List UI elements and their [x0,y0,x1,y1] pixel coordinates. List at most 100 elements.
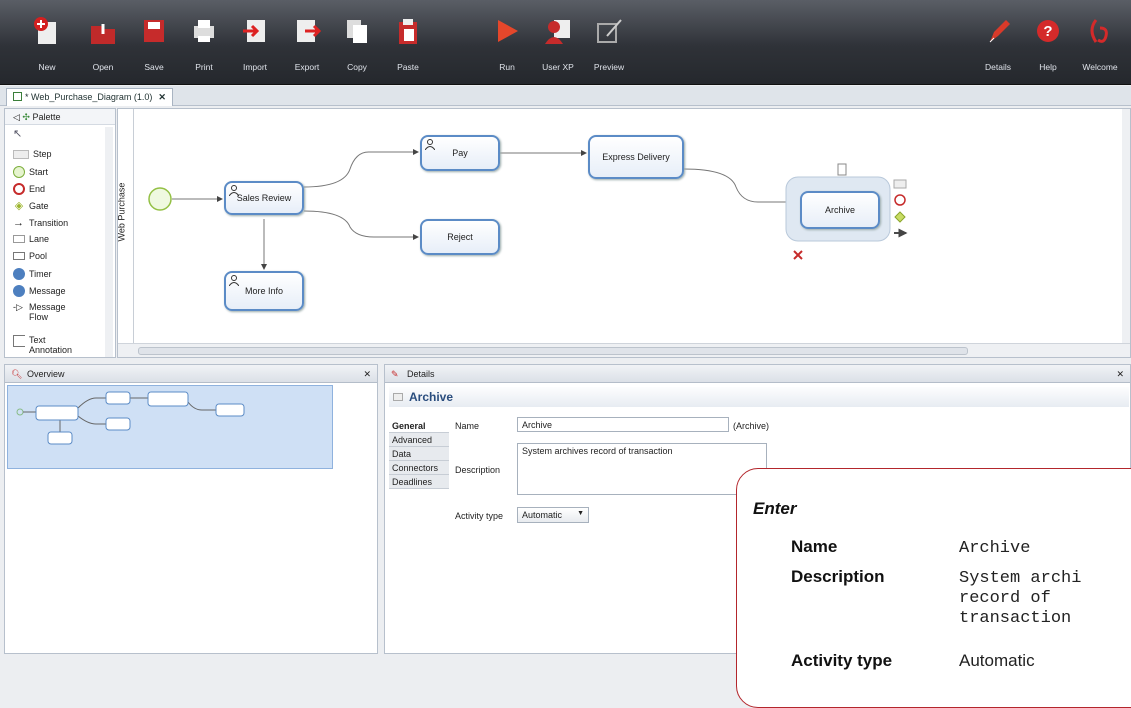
palette-item-text-annotation[interactable]: Text Annotation [13,335,79,355]
main-toolbar: New Open Save Print Import Export Copy P… [0,0,1131,85]
end-icon [13,183,25,195]
help-icon: ? [1037,20,1059,42]
document-tab-bar: * Web_Purchase_Diagram (1.0) ✕ [0,86,1131,106]
tab-data[interactable]: Data [389,447,449,461]
tab-close-icon[interactable]: ✕ [158,92,166,102]
palette-item-timer[interactable]: Timer [13,268,52,280]
palette-icon: ✣ [22,112,30,122]
transition-sales-review-pay[interactable] [303,149,419,188]
node-sales-review[interactable]: Sales Review [224,181,304,215]
tab-web-purchase-diagram[interactable]: * Web_Purchase_Diagram (1.0) ✕ [6,88,173,106]
name-label: Name [455,421,480,431]
node-archive[interactable]: Archive [800,191,880,229]
transition-express-delivery-archive[interactable] [683,168,799,205]
overview-title: Overview [27,369,65,379]
palette-scrollbar[interactable] [105,127,113,357]
import-button[interactable]: Import [232,6,278,72]
palette-item-pool[interactable]: Pool [13,251,47,261]
step-icon [393,393,403,401]
preview-button[interactable]: Preview [586,6,632,72]
palette-item-step[interactable]: Step [13,149,52,159]
paste-button[interactable]: Paste [385,6,431,72]
delete-scissors-icon[interactable] [793,250,803,260]
print-button[interactable]: Print [181,6,227,72]
name-suffix: (Archive) [733,421,770,431]
callout-activity-type-label: Activity type [791,651,893,670]
lane-icon [13,235,25,243]
palette-item-end[interactable]: End [13,183,45,195]
step-handle-icon[interactable] [893,179,907,189]
callout-name-label: Name [791,537,838,556]
name-field[interactable]: Archive [517,417,729,432]
tab-deadlines[interactable]: Deadlines [389,475,449,489]
transition-arrow-icon: → [13,217,24,229]
activity-type-select[interactable]: Automatic ▼ [517,507,589,523]
end-handle-icon[interactable] [894,194,906,206]
copy-icon [347,20,367,43]
transition-sales-review-reject[interactable] [303,210,419,240]
overview-viewport[interactable] [7,385,333,469]
user-icon [229,275,239,286]
canvas-horizontal-scrollbar[interactable] [118,343,1130,357]
overview-close-icon[interactable]: ✕ [363,365,371,383]
svg-text:?: ? [1043,23,1052,40]
user-xp-icon [545,20,570,44]
palette-item-message-flow[interactable]: -▷ Message Flow [13,302,73,322]
node-express-delivery[interactable]: Express Delivery [588,135,684,179]
new-button[interactable]: New [24,6,70,72]
palette-title: Palette [32,112,61,122]
description-label: Description [455,465,501,475]
preview-icon [597,19,622,43]
node-more-info[interactable]: More Info [224,271,304,311]
diagram-canvas[interactable]: Web Purchase Sales Review Pay Reject Mor… [117,108,1131,358]
tab-advanced[interactable]: Advanced [389,433,449,447]
gate-handle-icon[interactable] [894,211,906,223]
palette-item-lane[interactable]: Lane [13,234,49,244]
node-reject[interactable]: Reject [420,219,500,255]
save-button[interactable]: Save [131,6,177,72]
help-button[interactable]: ? Help [1025,6,1071,72]
palette-header: ◁ ✣ Palette [5,109,115,125]
text-annotation-handle-icon[interactable] [837,163,847,176]
magnifier-icon: 🔍︎ [11,369,23,379]
callout-activity-type-value: Automatic [959,651,1035,670]
export-button[interactable]: Export [284,6,330,72]
tab-general[interactable]: General [389,419,449,433]
instruction-callout: Enter Name Archive Description System ar… [736,468,1131,708]
pencil-icon: ✎ [391,369,399,379]
palette-item-gate[interactable]: ◈ Gate [13,200,49,212]
palette-item-start[interactable]: Start [13,166,48,178]
palette-item-message[interactable]: Message [13,285,66,297]
message-flow-icon: -▷ [13,302,23,312]
overview-header: 🔍︎ Overview ✕ [5,365,377,383]
canvas-vertical-scrollbar[interactable] [1122,109,1130,343]
copy-button[interactable]: Copy [334,6,380,72]
details-tabs: General Advanced Data Connectors Deadlin… [389,419,449,489]
tab-connectors[interactable]: Connectors [389,461,449,475]
run-button[interactable]: Run [484,6,530,72]
paste-icon [399,19,417,44]
user-icon [425,139,435,150]
palette-item-transition[interactable]: → Transition [13,217,68,229]
details-header: ✎ Details ✕ [385,365,1130,383]
welcome-icon [1090,19,1108,43]
diagram-icon [13,92,22,101]
start-event[interactable] [148,187,172,211]
select-arrow-icon[interactable]: ↖ [13,127,22,140]
overview-panel: 🔍︎ Overview ✕ [4,364,378,654]
details-icon [989,20,1010,43]
step-icon [13,149,29,159]
user-xp-button[interactable]: User XP [535,6,581,72]
description-field[interactable]: System archives record of transaction [517,443,767,495]
details-close-icon[interactable]: ✕ [1116,365,1124,383]
welcome-button[interactable]: Welcome [1077,6,1123,72]
node-pay[interactable]: Pay [420,135,500,171]
scrollbar-thumb[interactable] [138,347,968,355]
pool-icon [13,252,25,260]
import-icon [243,20,265,42]
overview-minimap [16,391,245,445]
details-button[interactable]: Details [975,6,1021,72]
print-icon [194,20,214,42]
tab-title: * Web_Purchase_Diagram (1.0) [25,92,153,102]
open-button[interactable]: Open [80,6,126,72]
